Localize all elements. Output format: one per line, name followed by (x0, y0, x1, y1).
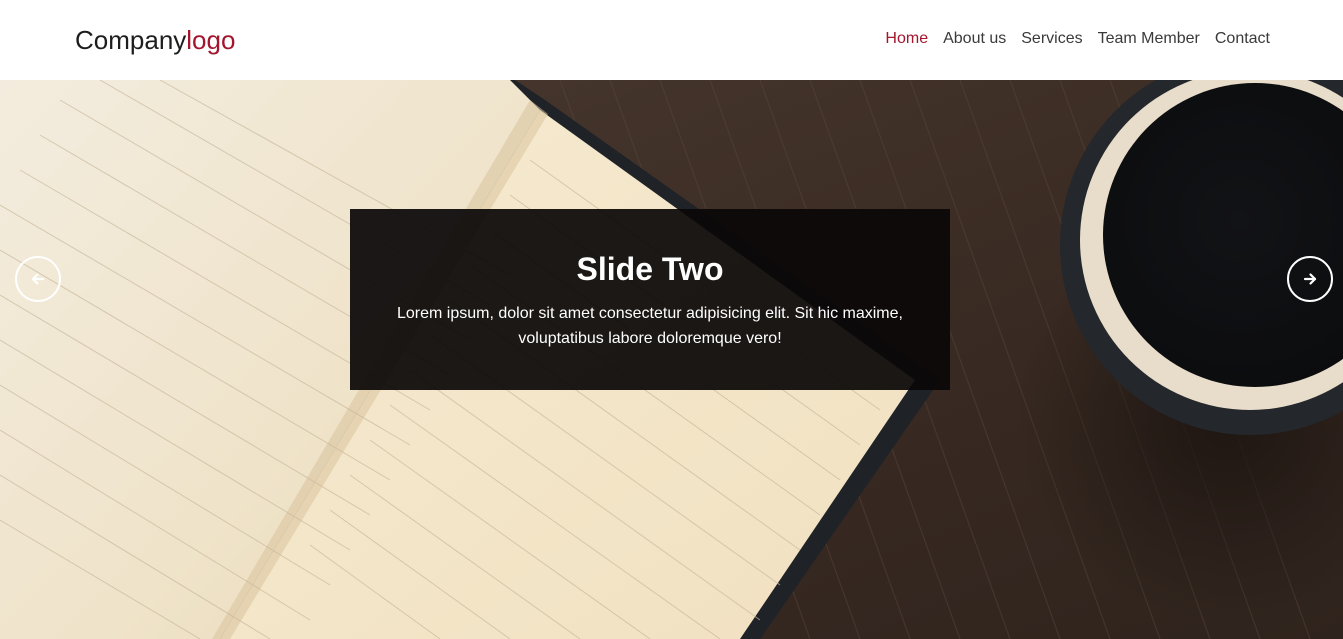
company-logo[interactable]: Companylogo (75, 23, 235, 57)
nav-services[interactable]: Services (1021, 29, 1082, 49)
nav-contact[interactable]: Contact (1215, 29, 1270, 49)
hero-carousel: Slide Two Lorem ipsum, dolor sit amet co… (0, 80, 1343, 639)
slide-text: Lorem ipsum, dolor sit amet consectetur … (397, 305, 903, 347)
slide-title: Slide Two (576, 251, 724, 287)
nav-team-member[interactable]: Team Member (1098, 29, 1200, 49)
main-nav: Home About us Services Team Member Conta… (885, 29, 1270, 49)
arrow-left-icon (31, 273, 45, 285)
site-header: Companylogo Home About us Services Team … (0, 0, 1343, 80)
slide-caption: Slide Two Lorem ipsum, dolor sit amet co… (350, 209, 950, 390)
arrow-right-icon (1303, 273, 1317, 285)
carousel-prev-button[interactable] (15, 256, 61, 302)
nav-about-us[interactable]: About us (943, 29, 1006, 49)
nav-home[interactable]: Home (885, 29, 928, 49)
logo-accent-text: logo (186, 25, 236, 55)
logo-main-text: Company (75, 25, 187, 55)
carousel-next-button[interactable] (1287, 256, 1333, 302)
